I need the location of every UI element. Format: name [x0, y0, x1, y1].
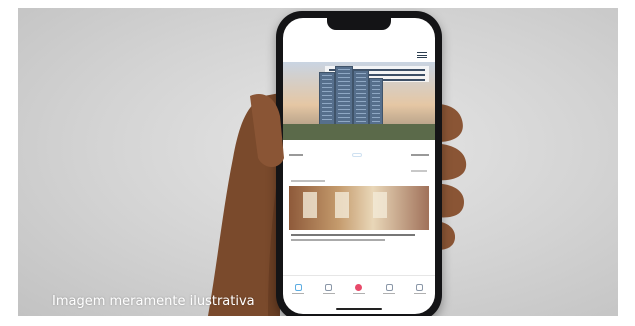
product-photo [18, 8, 618, 316]
thumb-illustration [250, 94, 284, 167]
image-caption: Imagem meramente ilustrativa [52, 294, 255, 309]
phone-notch [327, 18, 391, 30]
